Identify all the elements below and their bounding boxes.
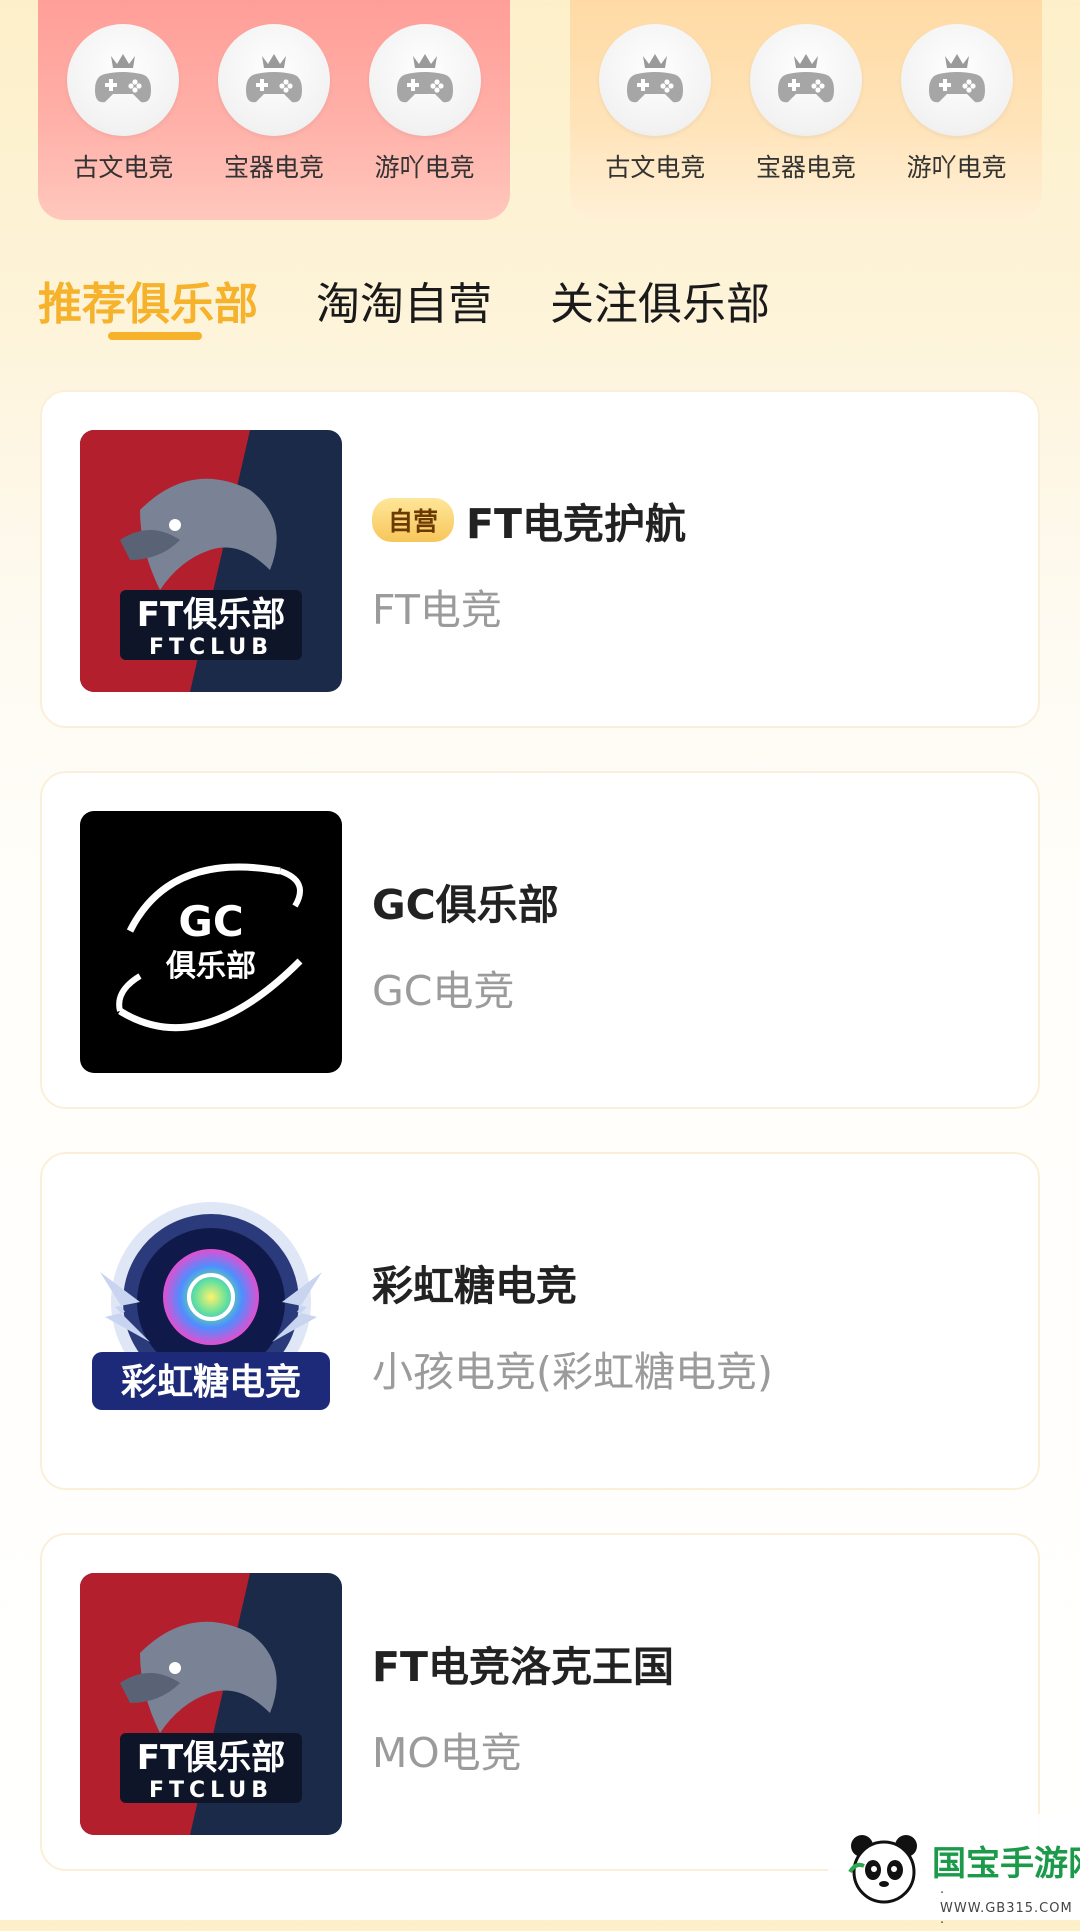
category-panel-left: 古文电竞 宝器电竞 游吖电竞 — [38, 0, 510, 220]
gamepad-crown-icon — [599, 24, 712, 136]
watermark-url: · WWW.GB315.COM · — [940, 1886, 1073, 1931]
category-item[interactable]: 古文电竞 — [53, 24, 193, 184]
club-card[interactable]: GC 俱乐部 GC俱乐部 GC电竞 — [40, 771, 1040, 1109]
gc-club-logo: GC 俱乐部 — [80, 811, 342, 1073]
club-name: FT电竞洛克王国 — [372, 1643, 674, 1691]
watermark-text: 国宝手游网 — [932, 1844, 1080, 1884]
club-card[interactable]: 彩虹糖电竞 彩虹糖电竞 小孩电竞(彩虹糖电竞) — [40, 1152, 1040, 1490]
gamepad-crown-icon — [900, 24, 1013, 136]
self-operated-badge: 自营 — [372, 498, 455, 542]
gamepad-crown-icon — [67, 24, 180, 136]
category-label: 古文电竞 — [605, 153, 706, 182]
logo-text: 彩虹糖电竞 — [121, 1362, 301, 1403]
category-item[interactable]: 游吖电竞 — [887, 24, 1027, 184]
club-title: 自营 FT电竞护航 — [372, 490, 686, 550]
tab-recommended-clubs[interactable]: 推荐俱乐部 — [38, 268, 258, 340]
tab-taotao-self-operated[interactable]: 淘淘自营 — [316, 268, 492, 332]
ft-club-logo: FT俱乐部 FTCLUB — [80, 430, 342, 692]
ft-club-logo: FT俱乐部 FTCLUB — [80, 1573, 342, 1835]
logo-subtext: FTCLUB — [149, 635, 273, 660]
tab-followed-clubs[interactable]: 关注俱乐部 — [550, 268, 770, 332]
logo-subtext: 俱乐部 — [165, 949, 256, 984]
club-name: 彩虹糖电竞 — [372, 1262, 577, 1310]
category-panel-right: 古文电竞 宝器电竞 游吖电竞 — [570, 0, 1042, 220]
tab-label: 推荐俱乐部 — [38, 279, 258, 330]
club-title: FT电竞洛克王国 — [372, 1633, 674, 1693]
club-subtitle: GC电竞 — [372, 967, 515, 1015]
club-name: FT电竞护航 — [466, 500, 686, 548]
panda-icon — [848, 1835, 917, 1904]
site-watermark: 国宝手游网 · WWW.GB315.COM · — [828, 1814, 1080, 1931]
category-item[interactable]: 古文电竞 — [585, 24, 725, 184]
gamepad-crown-icon — [368, 24, 481, 136]
club-tabs: 推荐俱乐部 淘淘自营 关注俱乐部 — [38, 268, 828, 340]
tab-label: 淘淘自营 — [316, 279, 492, 330]
logo-text: FT俱乐部 — [137, 595, 285, 635]
category-label: 游吖电竞 — [374, 153, 475, 182]
active-tab-indicator — [108, 332, 202, 340]
category-label: 宝器电竞 — [223, 153, 324, 182]
club-name: GC俱乐部 — [372, 881, 559, 929]
rainbow-candy-logo: 彩虹糖电竞 — [80, 1192, 342, 1454]
category-item[interactable]: 宝器电竞 — [736, 24, 876, 184]
category-label: 宝器电竞 — [755, 153, 856, 182]
gamepad-crown-icon — [749, 24, 862, 136]
logo-text: FT俱乐部 — [137, 1738, 285, 1778]
club-title: 彩虹糖电竞 — [372, 1252, 577, 1312]
tab-label: 关注俱乐部 — [550, 279, 770, 330]
category-label: 古文电竞 — [73, 153, 174, 182]
club-subtitle: MO电竞 — [372, 1729, 522, 1777]
club-subtitle: 小孩电竞(彩虹糖电竞) — [372, 1348, 773, 1396]
logo-text: GC — [178, 897, 243, 946]
category-item[interactable]: 宝器电竞 — [204, 24, 344, 184]
gamepad-crown-icon — [217, 24, 330, 136]
club-subtitle: FT电竞 — [372, 586, 502, 634]
club-title: GC俱乐部 — [372, 871, 559, 931]
logo-subtext: FTCLUB — [149, 1778, 273, 1803]
category-label: 游吖电竞 — [906, 153, 1007, 182]
category-item[interactable]: 游吖电竞 — [355, 24, 495, 184]
club-card[interactable]: FT俱乐部 FTCLUB 自营 FT电竞护航 FT电竞 — [40, 390, 1040, 728]
